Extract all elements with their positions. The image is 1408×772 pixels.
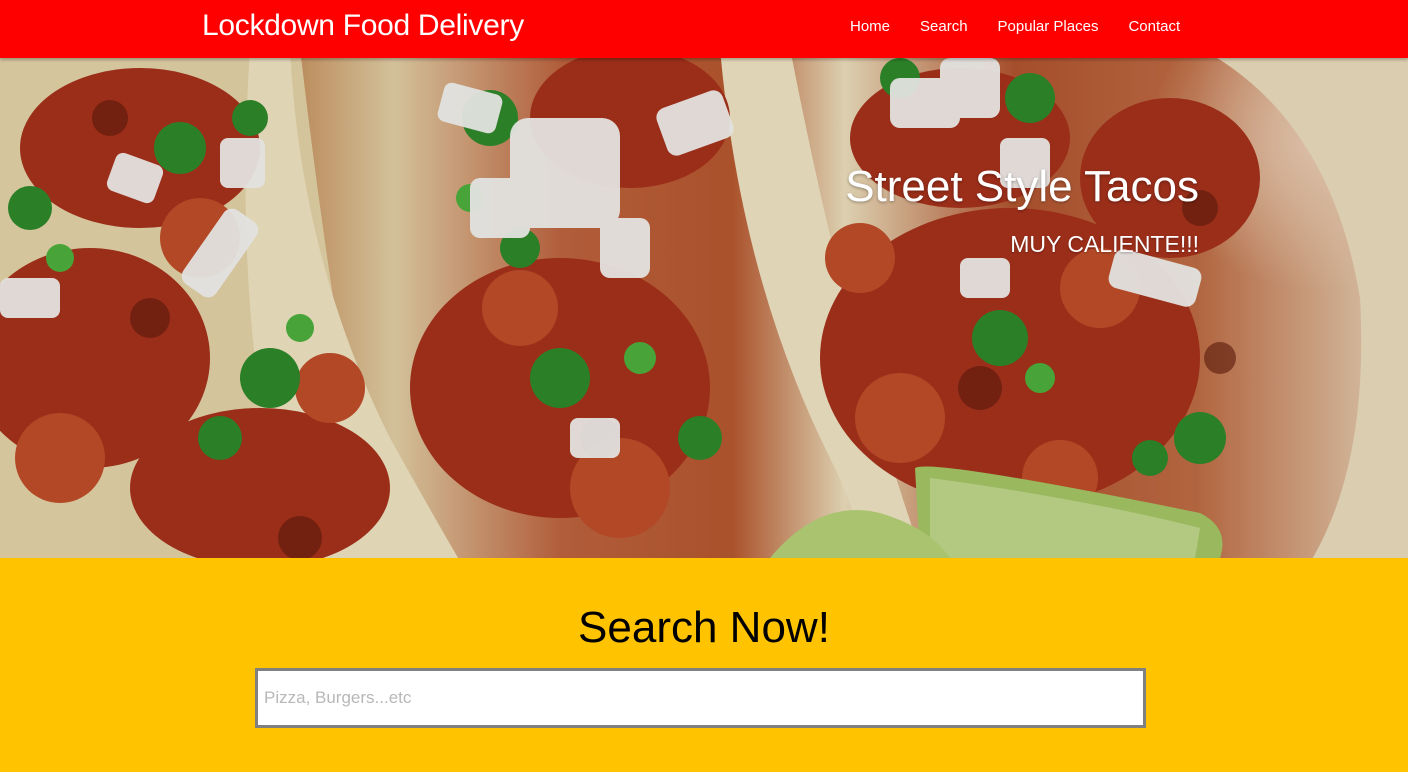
- nav-link-search[interactable]: Search: [920, 18, 968, 35]
- hero-tacos-image: [0, 58, 1408, 558]
- brand-logo-link[interactable]: Lockdown Food Delivery: [202, 9, 524, 43]
- hero-banner: Street Style Tacos MUY CALIENTE!!!: [0, 58, 1408, 558]
- nav-link-contact[interactable]: Contact: [1128, 18, 1180, 35]
- search-input[interactable]: [255, 668, 1146, 728]
- top-navbar: Lockdown Food Delivery Home Search Popul…: [0, 0, 1408, 58]
- hero-subtitle: MUY CALIENTE!!!: [1010, 231, 1199, 257]
- hero-title: Street Style Tacos: [845, 162, 1199, 211]
- nav-link-home[interactable]: Home: [850, 18, 890, 35]
- main-nav: Home Search Popular Places Contact: [850, 18, 1180, 35]
- hero-caption: Street Style Tacos MUY CALIENTE!!!: [845, 161, 1199, 259]
- search-section: Search Now!: [0, 558, 1408, 772]
- search-title: Search Now!: [578, 603, 830, 652]
- nav-link-popular-places[interactable]: Popular Places: [998, 18, 1099, 35]
